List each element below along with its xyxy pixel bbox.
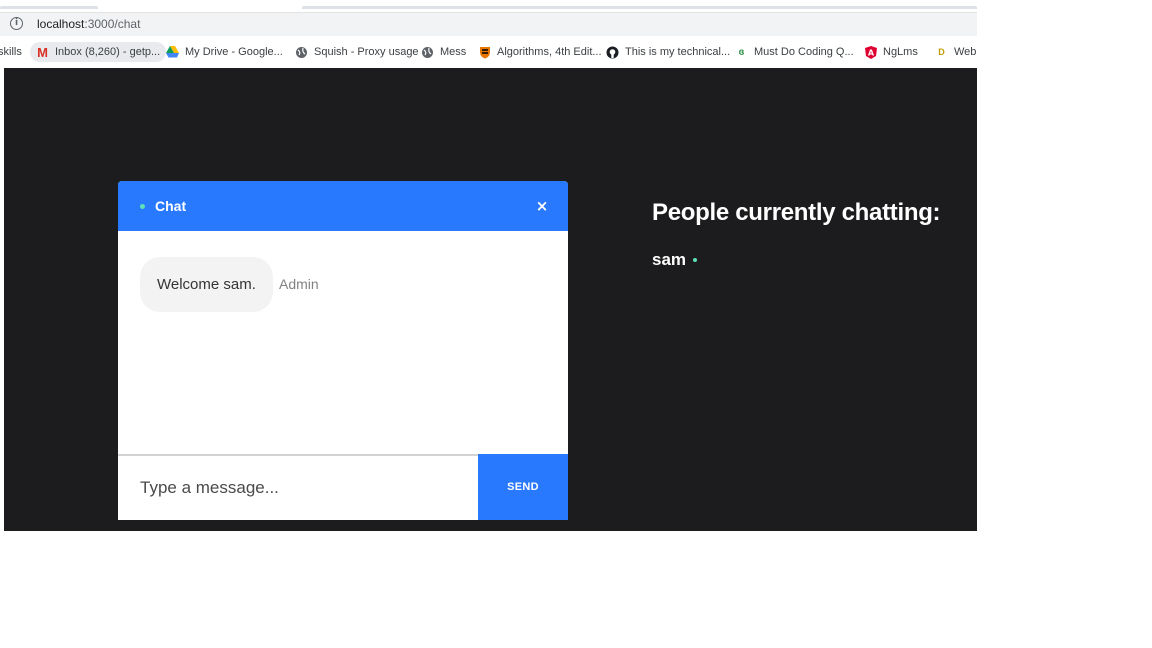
message-sender: Admin [279,276,319,292]
chat-page: Chat × Welcome sam. Admin SEND People cu… [4,68,977,531]
bookmark-inbox[interactable]: M Inbox (8,260) - getp... [30,42,167,62]
message-input[interactable] [118,456,478,520]
message-bubble: Welcome sam. [140,257,273,312]
tab-edge-left [0,6,98,9]
close-button[interactable]: × [532,195,552,217]
chat-panel: Chat × Welcome sam. Admin SEND [118,181,568,520]
online-status-icon [693,258,698,262]
bookmark-label: skills [0,46,22,58]
bookmark-label: Must Do Coding Q... [754,46,854,58]
bookmark-label: Mess [440,46,467,58]
user-name: sam [652,250,687,269]
tab-strip [0,0,977,10]
address-bar[interactable]: i localhost:3000/chat [0,12,977,36]
bookmarks-bar: skills M Inbox (8,260) - getp... My Drive… [0,36,977,68]
bookmark-my-drive[interactable]: My Drive - Google... [166,42,283,62]
bookmark-label: My Drive - Google... [185,46,283,58]
bookmark-label: NgLms [883,46,918,58]
message-list[interactable]: Welcome sam. Admin [118,231,568,454]
info-icon[interactable]: i [10,17,23,30]
bookmark-nglms[interactable]: A NgLms [864,42,918,62]
url-host: localhost [37,17,85,31]
angular-icon: A [864,45,877,59]
tab-edge-right [302,6,977,9]
globe-icon [295,46,308,59]
google-drive-icon [166,45,179,59]
bookmark-squish[interactable]: Squish - Proxy usage [295,42,419,62]
princeton-shield-icon [478,46,491,59]
bookmark-github[interactable]: This is my technical... [606,42,730,62]
browser-chrome: i localhost:3000/chat skills M Inbox (8,2… [0,0,977,68]
bookmark-skills[interactable]: skills [0,42,22,62]
chat-title: Chat [155,198,187,214]
bookmark-label: Squish - Proxy usage [314,46,419,58]
bookmark-label: Algorithms, 4th Edit... [497,46,602,58]
chat-header: Chat × [118,181,568,231]
bookmark-algorithms[interactable]: Algorithms, 4th Edit... [478,42,602,62]
bookmark-label: This is my technical... [625,46,731,58]
online-status-icon [140,204,145,209]
bookmark-label: Web D [954,46,977,58]
svg-text:A: A [867,48,874,57]
bookmark-geeksforgeeks[interactable]: ɞ Must Do Coding Q... [735,42,854,62]
gmail-icon: M [37,44,48,60]
globe-icon [421,46,434,59]
send-button[interactable]: SEND [478,454,568,520]
geeksforgeeks-icon: ɞ [738,46,745,58]
url-path: :3000/chat [84,17,141,31]
message-composer: SEND [118,454,568,520]
bookmark-web-d[interactable]: D Web D [935,42,977,62]
online-user: sam [652,250,698,270]
url-text[interactable]: localhost:3000/chat [37,17,140,31]
bookmark-icon: D [938,46,945,57]
bookmark-mess[interactable]: Mess [421,42,466,62]
people-heading: People currently chatting: [652,199,941,226]
bookmark-label: Inbox (8,260) - getp... [55,46,161,58]
github-icon [606,46,619,59]
